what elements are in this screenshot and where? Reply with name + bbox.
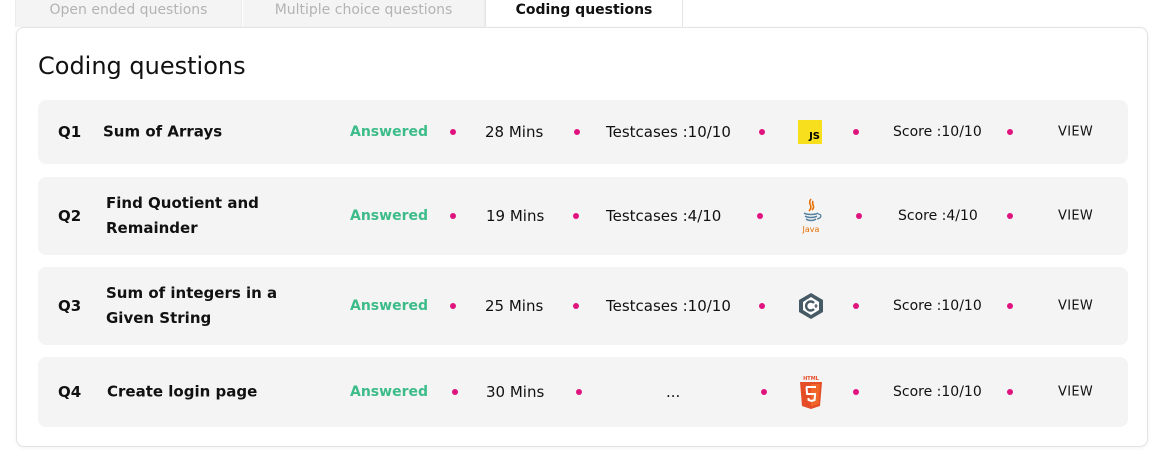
separator-dot: [576, 389, 582, 395]
javascript-icon: JS: [798, 120, 822, 144]
separator-dot: [853, 389, 859, 395]
question-type-tabs: Open ended questions Multiple choice que…: [15, 0, 683, 27]
tab-multiple-choice[interactable]: Multiple choice questions: [242, 0, 485, 27]
java-icon-label: Java: [802, 225, 820, 234]
html5-icon-label: HTML: [803, 376, 820, 382]
status-label: Answered: [350, 384, 428, 400]
question-row: Q4 Create login page Answered 30 Mins ..…: [38, 357, 1128, 427]
csharp-icon: [798, 292, 824, 320]
question-number: Q4: [58, 383, 82, 401]
question-number: Q3: [58, 297, 82, 315]
separator-dot: [450, 303, 456, 309]
separator-dot: [573, 213, 579, 219]
tab-open-ended[interactable]: Open ended questions: [15, 0, 242, 27]
testcases-result: Testcases :4/10: [606, 207, 722, 225]
view-button[interactable]: VIEW: [1058, 385, 1093, 400]
status-label: Answered: [350, 208, 428, 224]
separator-dot: [759, 129, 765, 135]
score: Score :10/10: [893, 298, 982, 314]
separator-dot: [856, 213, 862, 219]
separator-dot: [573, 303, 579, 309]
separator-dot: [452, 389, 458, 395]
time-taken: 19 Mins: [486, 207, 545, 225]
time-taken: 30 Mins: [486, 383, 545, 401]
testcases-result: ...: [666, 383, 681, 401]
section-title: Coding questions: [38, 52, 246, 80]
separator-dot: [853, 303, 859, 309]
status-label: Answered: [350, 298, 428, 314]
separator-dot: [853, 129, 859, 135]
question-row: Q3 Sum of integers in a Given String Ans…: [38, 267, 1128, 345]
question-title: Sum of Arrays: [103, 122, 223, 141]
question-title: Sum of integers in a Given String: [106, 284, 278, 327]
javascript-icon-label: JS: [809, 131, 820, 142]
html5-icon: HTML: [798, 374, 824, 410]
view-button[interactable]: VIEW: [1058, 299, 1093, 314]
status-label: Answered: [350, 124, 428, 140]
separator-dot: [1007, 303, 1013, 309]
separator-dot: [1007, 389, 1013, 395]
question-number: Q2: [58, 207, 82, 225]
separator-dot: [761, 389, 767, 395]
separator-dot: [1007, 129, 1013, 135]
question-row: Q1 Sum of Arrays Answered 28 Mins Testca…: [38, 100, 1128, 164]
testcases-result: Testcases :10/10: [606, 123, 731, 141]
score: Score :10/10: [893, 384, 982, 400]
view-button[interactable]: VIEW: [1058, 209, 1093, 224]
separator-dot: [574, 129, 580, 135]
separator-dot: [757, 213, 763, 219]
question-number: Q1: [58, 123, 82, 141]
tab-coding[interactable]: Coding questions: [485, 0, 683, 27]
separator-dot: [759, 303, 765, 309]
testcases-result: Testcases :10/10: [606, 297, 731, 315]
separator-dot: [450, 129, 456, 135]
score: Score :4/10: [898, 208, 978, 224]
question-row: Q2 Find Quotient and Remainder Answered …: [38, 177, 1128, 255]
question-title: Find Quotient and Remainder: [106, 194, 259, 237]
time-taken: 25 Mins: [485, 297, 544, 315]
question-title: Create login page: [107, 382, 258, 401]
coding-questions-card: Coding questions Q1 Sum of Arrays Answer…: [16, 27, 1148, 447]
score: Score :10/10: [893, 124, 982, 140]
java-icon: Java: [798, 197, 824, 235]
view-button[interactable]: VIEW: [1058, 125, 1093, 140]
separator-dot: [1007, 213, 1013, 219]
time-taken: 28 Mins: [485, 123, 544, 141]
separator-dot: [450, 213, 456, 219]
